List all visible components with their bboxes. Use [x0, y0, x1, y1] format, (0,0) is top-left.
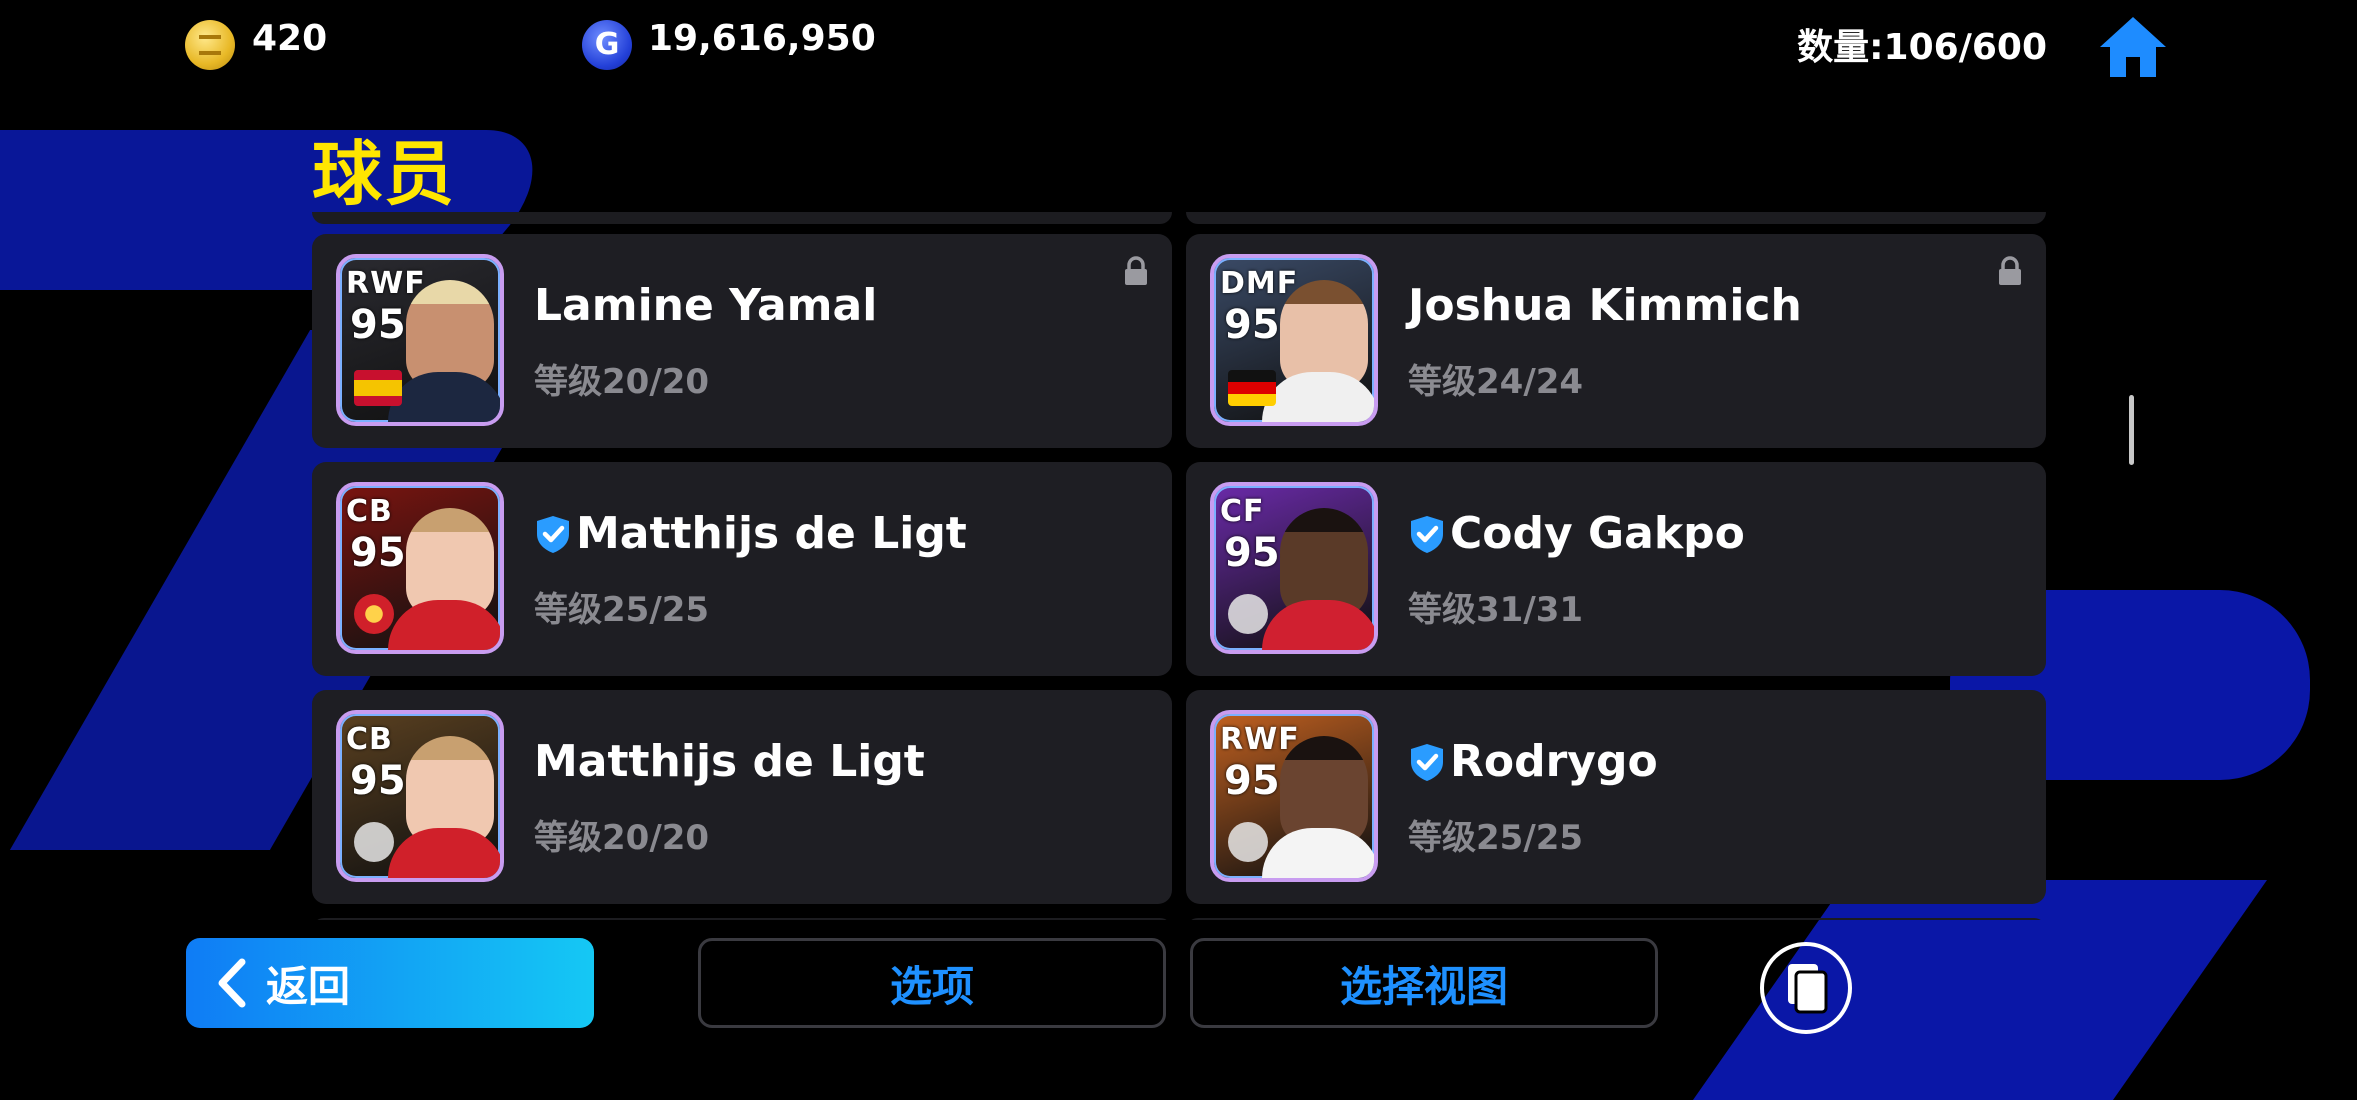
player-card[interactable]: RWF 95 Rodrygo 等级25/25	[1186, 690, 2046, 904]
inventory-count: 数量:106/600	[1797, 27, 2047, 68]
player-thumbnail: RWF 95	[336, 254, 504, 426]
back-button[interactable]: 返回	[186, 938, 594, 1028]
player-shirt	[1262, 372, 1374, 422]
player-name: Matthijs de Ligt	[576, 508, 967, 559]
player-level: 等级20/20	[534, 362, 710, 402]
player-thumbnail: CB 95	[336, 710, 504, 882]
list-item-partial	[1186, 918, 2046, 920]
gp-icon: G	[582, 20, 632, 70]
list-item-partial	[1186, 212, 2046, 224]
player-level: 等级31/31	[1408, 590, 1584, 630]
player-position: RWF	[1220, 722, 1300, 757]
player-name-row: Cody Gakpo	[1408, 508, 1745, 559]
man-utd-crest-icon	[354, 594, 394, 634]
lock-icon[interactable]	[1122, 256, 1150, 286]
player-position: DMF	[1220, 266, 1299, 301]
player-rating: 95	[1224, 302, 1280, 348]
club-crest-icon	[1228, 822, 1268, 862]
player-shirt	[1262, 828, 1374, 878]
verified-shield-icon	[1411, 744, 1443, 781]
player-level: 等级24/24	[1408, 362, 1584, 402]
player-thumbnail: CF 95	[1210, 482, 1378, 654]
player-thumbnail: CB 95	[336, 482, 504, 654]
home-icon[interactable]	[2098, 15, 2168, 79]
player-thumbnail: DMF 95	[1210, 254, 1378, 426]
player-name-row: Rodrygo	[1408, 736, 1658, 787]
player-name-row: Lamine Yamal	[534, 280, 877, 331]
player-position: CB	[346, 722, 393, 757]
player-name: Joshua Kimmich	[1408, 280, 1802, 331]
list-item-partial	[312, 212, 1172, 224]
efootball-coin-icon	[185, 20, 235, 70]
club-crest-icon	[1228, 594, 1268, 634]
germany-flag-icon	[1228, 370, 1276, 406]
player-level: 等级25/25	[1408, 818, 1584, 858]
player-rating: 95	[1224, 530, 1280, 576]
player-position: CB	[346, 494, 393, 529]
player-card[interactable]: CB 95 Matthijs de Ligt 等级20/20	[312, 690, 1172, 904]
player-card[interactable]: RWF 95 Lamine Yamal 等级20/20	[312, 234, 1172, 448]
lock-icon[interactable]	[1996, 256, 2024, 286]
coin-balance: 420	[252, 18, 328, 59]
scrollbar[interactable]	[2129, 395, 2134, 465]
chevron-left-icon	[218, 958, 246, 1008]
top-bar: 420 G 19,616,950 数量:106/600	[0, 0, 2357, 90]
player-shirt	[1262, 600, 1374, 650]
player-level: 等级20/20	[534, 818, 710, 858]
select-view-button-label: 选择视图	[1339, 961, 1508, 1011]
player-name: Cody Gakpo	[1450, 508, 1745, 559]
player-name-row: Matthijs de Ligt	[534, 508, 967, 559]
player-position: CF	[1220, 494, 1265, 529]
player-card[interactable]: CB 95 Matthijs de Ligt 等级25/25	[312, 462, 1172, 676]
player-card[interactable]: DMF 95 Joshua Kimmich 等级24/24	[1186, 234, 2046, 448]
player-level: 等级25/25	[534, 590, 710, 630]
spain-flag-icon	[354, 370, 402, 406]
player-thumbnail: RWF 95	[1210, 710, 1378, 882]
player-rating: 95	[1224, 758, 1280, 804]
player-name: Rodrygo	[1450, 736, 1658, 787]
options-button[interactable]: 选项	[698, 938, 1166, 1028]
options-button-label: 选项	[889, 961, 974, 1011]
player-shirt	[388, 828, 500, 878]
player-name: Matthijs de Ligt	[534, 736, 925, 787]
player-shirt	[388, 372, 500, 422]
player-position: RWF	[346, 266, 426, 301]
page-title: 球员	[312, 133, 456, 215]
select-view-button[interactable]: 选择视图	[1190, 938, 1658, 1028]
back-button-label: 返回	[266, 961, 351, 1011]
player-name-row: Matthijs de Ligt	[534, 736, 925, 787]
copy-icon	[1788, 964, 1828, 1014]
player-list[interactable]: RWF 95 Lamine Yamal 等级20/20 DMF 95 Joshua Kimm…	[312, 212, 2047, 920]
player-shirt	[388, 600, 500, 650]
player-rating: 95	[350, 302, 406, 348]
club-crest-icon	[354, 822, 394, 862]
verified-shield-icon	[1411, 516, 1443, 553]
verified-shield-icon	[537, 516, 569, 553]
list-item-partial	[312, 918, 1172, 920]
player-name: Lamine Yamal	[534, 280, 878, 331]
player-rating: 95	[350, 530, 406, 576]
player-rating: 95	[350, 758, 406, 804]
player-name-row: Joshua Kimmich	[1408, 280, 1802, 331]
gp-balance: 19,616,950	[648, 18, 876, 59]
player-card[interactable]: CF 95 Cody Gakpo 等级31/31	[1186, 462, 2046, 676]
copy-view-button[interactable]	[1760, 942, 1852, 1034]
